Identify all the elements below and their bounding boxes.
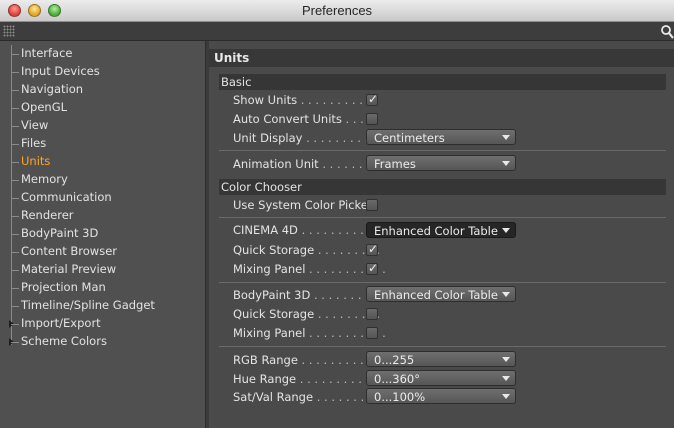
c4d-quick-storage-label: Quick Storage . . . . . . . . . <box>233 243 380 257</box>
page-title: Units <box>209 49 674 67</box>
bp-mixing-panel-checkbox[interactable] <box>366 327 378 339</box>
sidebar-item-label: Units <box>21 154 51 168</box>
sidebar-item-label: Scheme Colors <box>21 334 107 348</box>
checkmark-icon: ✓ <box>367 92 379 106</box>
sidebar-item-import-export[interactable]: Import/Export <box>0 315 205 333</box>
sidebar-item-label: Memory <box>21 172 68 186</box>
window-title: Preferences <box>301 3 373 18</box>
sidebar-item-files[interactable]: Files <box>0 135 205 153</box>
sidebar-item-material-preview[interactable]: Material Preview <box>0 261 205 279</box>
use-system-color-picker-label: Use System Color Picker <box>233 198 373 212</box>
sidebar-item-timeline-spline-gadget[interactable]: Timeline/Spline Gadget <box>0 297 205 315</box>
auto-convert-units-checkbox[interactable] <box>366 113 378 125</box>
bodypaint-label: BodyPaint 3D . . . . . . . . <box>233 288 369 302</box>
c4d-mixing-panel-checkbox[interactable]: ✓ <box>366 261 379 275</box>
title-bar: Preferences <box>0 0 674 22</box>
units-panel: Units Basic Show Units . . . . . . . . .… <box>209 41 674 428</box>
chevron-down-icon <box>502 292 510 297</box>
sidebar-item-units[interactable]: Units <box>0 153 205 171</box>
sidebar-item-label: Projection Man <box>21 280 106 294</box>
cinema4d-color-dropdown[interactable]: Enhanced Color Table <box>366 222 516 238</box>
bodypaint-color-dropdown[interactable]: Enhanced Color Table <box>366 286 516 302</box>
sidebar-item-bodypaint-3d[interactable]: BodyPaint 3D <box>0 225 205 243</box>
sidebar-item-label: Files <box>21 136 47 150</box>
divider <box>219 282 666 283</box>
bp-quick-storage-checkbox[interactable] <box>366 308 378 320</box>
sidebar-item-scheme-colors[interactable]: Scheme Colors <box>0 333 205 351</box>
animation-unit-label: Animation Unit . . . . . . . . <box>233 157 378 171</box>
chevron-down-icon <box>502 161 510 166</box>
dropdown-value: 0...100% <box>374 390 426 404</box>
preferences-sidebar: Interface Input Devices Navigation OpenG… <box>0 41 205 428</box>
sidebar-item-view[interactable]: View <box>0 117 205 135</box>
chevron-down-icon <box>502 135 510 140</box>
grip-icon[interactable] <box>3 25 15 37</box>
sat-val-range-dropdown[interactable]: 0...100% <box>366 388 516 404</box>
chevron-down-icon <box>502 228 510 233</box>
rgb-range-label: RGB Range . . . . . . . . . . . . <box>233 353 386 367</box>
chevron-down-icon <box>502 357 510 362</box>
sidebar-item-opengl[interactable]: OpenGL <box>0 99 205 117</box>
dropdown-value: Enhanced Color Table <box>374 224 498 238</box>
search-icon[interactable] <box>660 23 674 39</box>
section-header-basic: Basic <box>219 74 666 90</box>
sidebar-item-renderer[interactable]: Renderer <box>0 207 205 225</box>
divider <box>219 346 666 347</box>
sidebar-item-label: Communication <box>21 190 112 204</box>
c4d-mixing-panel-label: Mixing Panel . . . . . . . . . . . <box>233 262 386 276</box>
dropdown-value: Enhanced Color Table <box>374 288 498 302</box>
sidebar-item-label: Import/Export <box>21 316 101 330</box>
sidebar-item-content-browser[interactable]: Content Browser <box>0 243 205 261</box>
c4d-quick-storage-checkbox[interactable]: ✓ <box>366 242 379 256</box>
sidebar-item-label: Navigation <box>21 82 84 96</box>
divider <box>219 217 666 218</box>
sidebar-item-label: Material Preview <box>21 262 117 276</box>
dropdown-value: 0...360° <box>374 372 420 386</box>
sidebar-item-label: Renderer <box>21 208 74 222</box>
sidebar-item-label: Timeline/Spline Gadget <box>21 298 155 312</box>
use-system-color-picker-checkbox[interactable] <box>366 199 378 211</box>
show-units-label: Show Units . . . . . . . . . . . <box>233 93 378 107</box>
sidebar-item-navigation[interactable]: Navigation <box>0 81 205 99</box>
rgb-range-dropdown[interactable]: 0...255 <box>366 351 516 367</box>
sidebar-item-label: Interface <box>21 46 73 60</box>
hue-range-dropdown[interactable]: 0...360° <box>366 370 516 386</box>
auto-convert-units-label: Auto Convert Units . . . . <box>233 112 372 126</box>
sidebar-item-input-devices[interactable]: Input Devices <box>0 63 205 81</box>
unit-display-label: Unit Display . . . . . . . . . . . <box>233 131 383 145</box>
bp-mixing-panel-label: Mixing Panel . . . . . . . . . . . <box>233 326 386 340</box>
show-units-checkbox[interactable]: ✓ <box>366 92 379 106</box>
sidebar-item-label: Input Devices <box>21 64 100 78</box>
sidebar-item-memory[interactable]: Memory <box>0 171 205 189</box>
bp-quick-storage-label: Quick Storage . . . . . . . . . <box>233 307 380 321</box>
sidebar-item-label: OpenGL <box>21 100 68 114</box>
sidebar-item-label: View <box>21 118 49 132</box>
divider <box>219 150 666 151</box>
sidebar-item-label: Content Browser <box>21 244 117 258</box>
checkmark-icon: ✓ <box>367 242 379 256</box>
chevron-down-icon <box>502 376 510 381</box>
sat-val-range-label: Sat/Val Range . . . . . . . . . . <box>233 390 387 404</box>
section-header-color-chooser: Color Chooser <box>219 179 666 195</box>
sidebar-item-communication[interactable]: Communication <box>0 189 205 207</box>
dropdown-value: Centimeters <box>374 131 445 145</box>
animation-unit-dropdown[interactable]: Frames <box>366 155 516 171</box>
sidebar-item-interface[interactable]: Interface <box>0 45 205 63</box>
cinema4d-label: CINEMA 4D . . . . . . . . . . . <box>233 223 379 237</box>
unit-display-dropdown[interactable]: Centimeters <box>366 129 516 145</box>
sidebar-item-label: BodyPaint 3D <box>21 226 99 240</box>
toolbar <box>0 22 674 41</box>
sidebar-item-projection-man[interactable]: Projection Man <box>0 279 205 297</box>
checkmark-icon: ✓ <box>367 261 379 275</box>
hue-range-label: Hue Range . . . . . . . . . . . . <box>233 372 384 386</box>
dropdown-value: 0...255 <box>374 353 415 367</box>
dropdown-value: Frames <box>374 157 416 171</box>
chevron-down-icon <box>502 394 510 399</box>
